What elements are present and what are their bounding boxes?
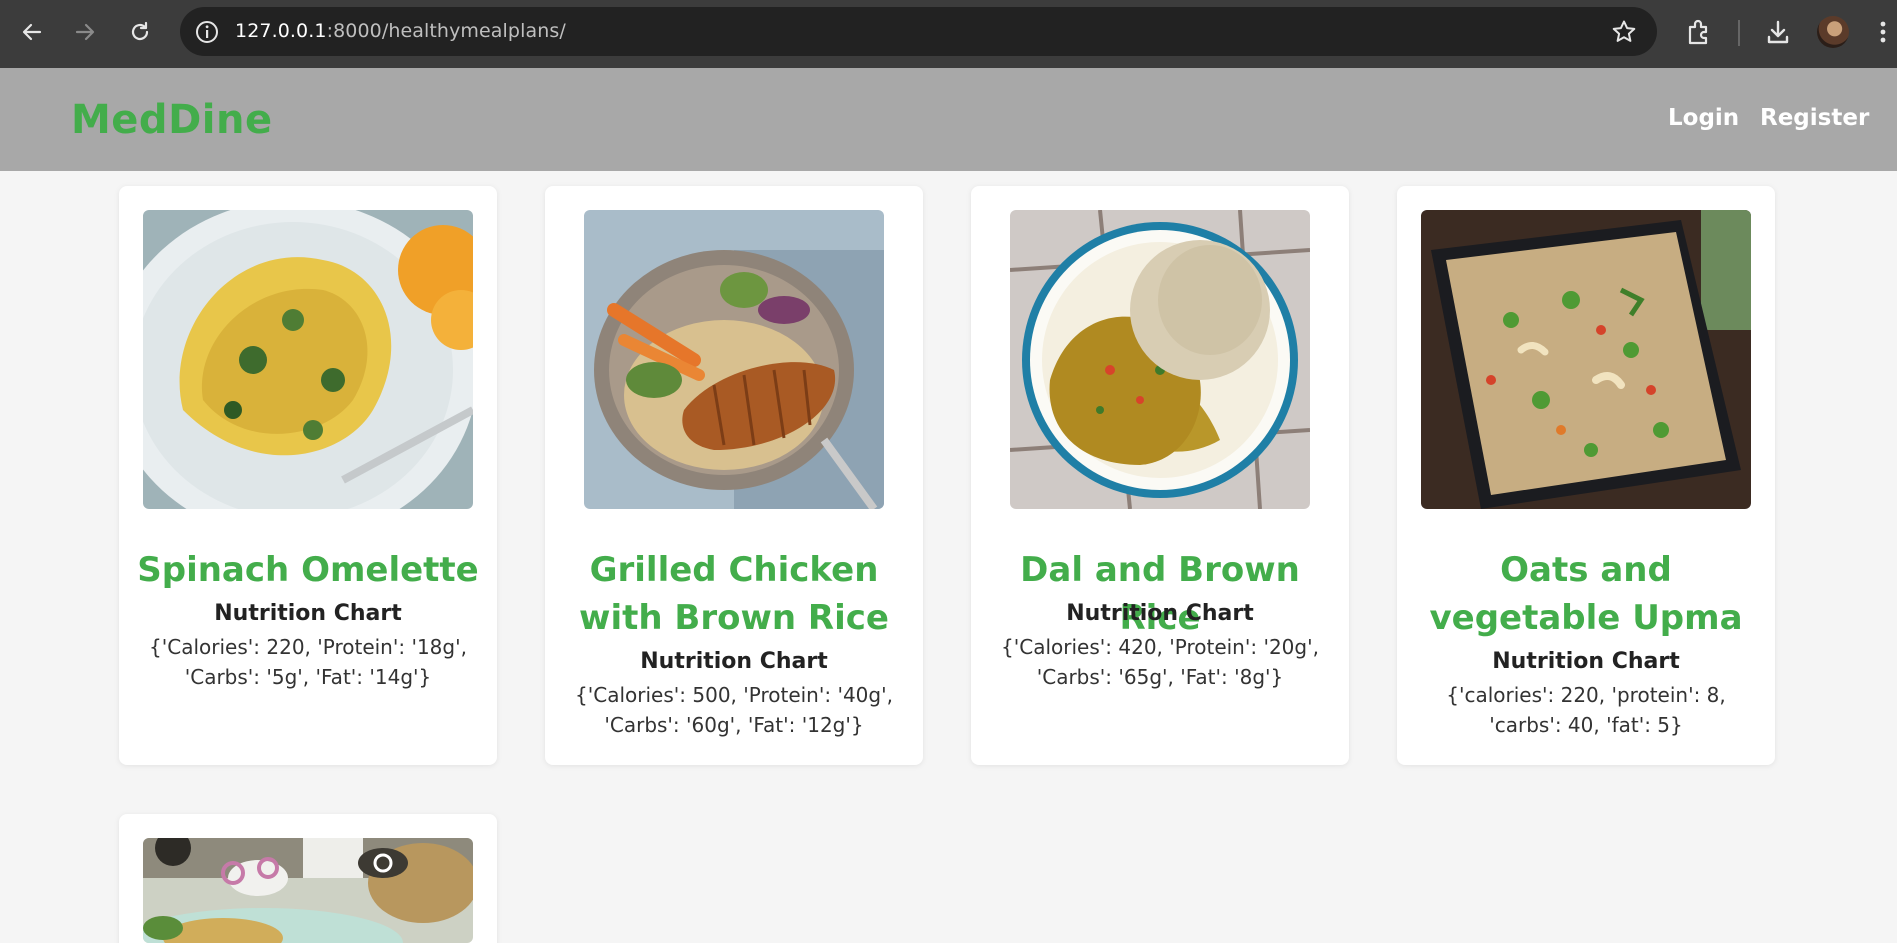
back-arrow-icon bbox=[22, 23, 42, 41]
address-bar[interactable]: 127.0.0.1:8000/healthymealplans/ bbox=[180, 7, 1657, 56]
nav-register-link[interactable]: Register bbox=[1760, 105, 1869, 131]
forward-button[interactable] bbox=[67, 14, 103, 50]
downloads-button[interactable] bbox=[1762, 16, 1794, 48]
meal-card[interactable]: Dal and Brown Rice Nutrition Chart {'Cal… bbox=[971, 186, 1349, 765]
extensions-button[interactable] bbox=[1683, 16, 1715, 48]
meal-image-grilled-chicken bbox=[584, 210, 884, 509]
nutrition-values: {'Calories': 500, 'Protein': '40g', 'Car… bbox=[575, 683, 893, 737]
reload-button[interactable] bbox=[122, 14, 158, 50]
meal-card[interactable]: Grilled Chicken with Brown Rice Nutritio… bbox=[545, 186, 923, 765]
nutrition-values: {'Calories': 420, 'Protein': '20g', 'Car… bbox=[1001, 635, 1319, 689]
download-icon bbox=[1767, 20, 1789, 44]
meal-title: Dal and Brown Rice bbox=[1020, 550, 1300, 638]
site-logo[interactable]: MedDine bbox=[71, 97, 273, 143]
puzzle-icon bbox=[1688, 19, 1708, 45]
back-button[interactable] bbox=[14, 14, 50, 50]
meal-title: Spinach Omelette bbox=[137, 550, 479, 590]
meal-title: Grilled Chicken with Brown Rice bbox=[579, 550, 889, 638]
meal-image-fifth-meal bbox=[143, 838, 473, 943]
nutrition-values: {'calories': 220, 'protein': 8, 'carbs':… bbox=[1446, 683, 1726, 737]
nutrition-values: {'Calories': 220, 'Protein': '18g', 'Car… bbox=[149, 635, 467, 689]
url-text[interactable]: 127.0.0.1:8000/healthymealplans/ bbox=[235, 20, 566, 42]
browser-toolbar: 127.0.0.1:8000/healthymealplans/ bbox=[0, 0, 1897, 68]
profile-avatar[interactable] bbox=[1817, 16, 1849, 48]
reload-icon bbox=[131, 21, 149, 41]
toolbar-divider bbox=[1738, 20, 1740, 46]
kebab-menu-icon bbox=[1880, 21, 1886, 43]
bookmark-star-icon[interactable] bbox=[1611, 19, 1637, 45]
nutrition-heading: Nutrition Chart bbox=[214, 601, 402, 626]
nutrition-heading: Nutrition Chart bbox=[640, 649, 828, 674]
meal-image-oats-upma bbox=[1421, 210, 1751, 509]
meal-card[interactable]: Spinach Omelette Nutrition Chart {'Calor… bbox=[119, 186, 497, 765]
meal-card[interactable] bbox=[119, 814, 497, 943]
url-path: :8000/healthymealplans/ bbox=[326, 20, 566, 42]
nutrition-heading: Nutrition Chart bbox=[1066, 601, 1254, 626]
site-header: MedDine Login Register bbox=[0, 68, 1897, 171]
meal-image-spinach-omelette bbox=[143, 210, 473, 509]
site-info-icon[interactable] bbox=[194, 19, 220, 45]
meal-title: Oats and vegetable Upma bbox=[1429, 550, 1743, 638]
forward-arrow-icon bbox=[75, 23, 95, 41]
nutrition-heading: Nutrition Chart bbox=[1492, 649, 1680, 674]
browser-menu-button[interactable] bbox=[1873, 16, 1893, 48]
nav-login-link[interactable]: Login bbox=[1668, 105, 1739, 131]
meal-image-dal-brown-rice bbox=[1010, 210, 1310, 509]
url-host: 127.0.0.1 bbox=[235, 20, 327, 42]
meal-card[interactable]: Oats and vegetable Upma Nutrition Chart … bbox=[1397, 186, 1775, 765]
